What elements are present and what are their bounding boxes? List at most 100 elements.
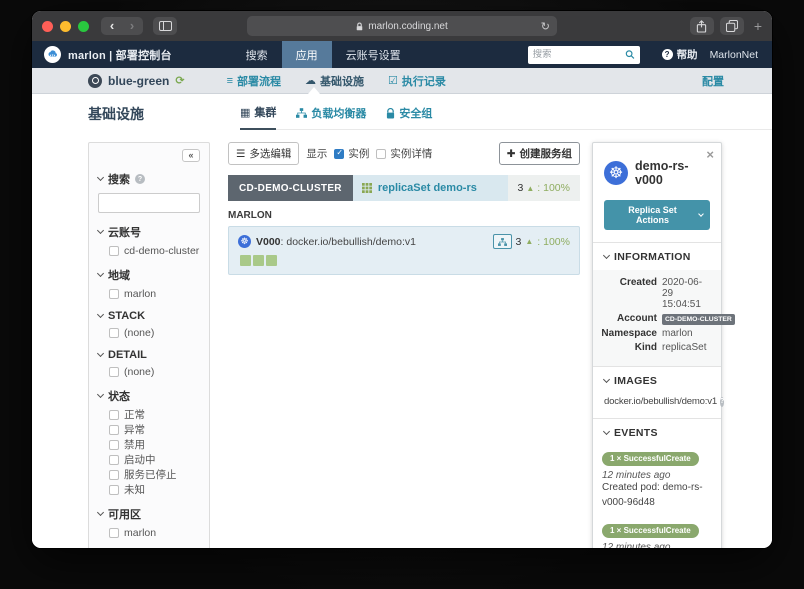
close-icon[interactable]: × (706, 147, 714, 162)
topology-button[interactable] (493, 234, 512, 249)
row-stats: 3 ▲ : 100% (493, 234, 570, 249)
checkbox[interactable] (376, 149, 386, 159)
pod-indicator[interactable] (253, 255, 264, 266)
cluster-toolbar: ☰多选编辑 显示 实例 实例详情 ✚创建服务组 (228, 142, 580, 165)
share-icon[interactable] (690, 17, 714, 35)
pod-indicator[interactable] (240, 255, 251, 266)
checkbox[interactable] (109, 470, 119, 480)
menu-item-applications[interactable]: 应用 (282, 41, 332, 68)
menu-item-search[interactable]: 搜索 (232, 41, 282, 68)
checkbox[interactable] (109, 367, 119, 377)
back-button[interactable]: ‹ (103, 18, 121, 34)
global-search-box (528, 46, 640, 64)
history-nav: ‹ › (101, 17, 143, 35)
coding-logo-icon[interactable] (44, 46, 61, 63)
tab-security-groups[interactable]: 安全组 (386, 105, 432, 129)
filter-item[interactable]: 服务已停止 (109, 467, 200, 482)
titlebar-actions: + (690, 17, 762, 35)
filter-section-availability-zone[interactable]: 可用区 (98, 506, 200, 522)
filter-item[interactable]: (none) (109, 364, 200, 379)
event-badge: 1 × SuccessfulCreate (602, 452, 699, 466)
checkbox[interactable] (109, 289, 119, 299)
cluster-header[interactable]: CD-DEMO-CLUSTER replicaSet demo-rs 3 ▲ :… (228, 175, 580, 201)
tab-clusters[interactable]: ▦集群 (240, 104, 276, 130)
filter-section-region[interactable]: 地域 (98, 267, 200, 283)
image-name: docker.io/bebullish/demo:v1 (604, 396, 717, 407)
user-menu[interactable]: MarlonNet (710, 49, 758, 61)
instance-count: 3 (518, 182, 524, 194)
checkbox[interactable] (109, 485, 119, 495)
replica-set-actions-button[interactable]: Replica Set Actions (604, 200, 710, 230)
chevron-down-icon (97, 227, 104, 234)
replica-set-group[interactable]: replicaSet demo-rs (353, 175, 508, 201)
filter-section-detail[interactable]: DETAIL (98, 349, 200, 361)
tab-pipeline[interactable]: ≡部署流程 (227, 73, 281, 89)
cloud-icon: ☁ (305, 74, 316, 87)
kubernetes-icon: ☸ (238, 235, 251, 248)
chevron-down-icon (97, 174, 104, 181)
checkbox[interactable] (109, 328, 119, 338)
filter-item[interactable]: 启动中 (109, 452, 200, 467)
filter-section-status[interactable]: 状态 (98, 388, 200, 404)
information-section-header[interactable]: INFORMATION (593, 243, 721, 270)
checkbox[interactable] (109, 246, 119, 256)
filter-item[interactable]: 未知 (109, 482, 200, 497)
tab-overview-icon[interactable] (720, 17, 744, 35)
filter-item[interactable]: 禁用 (109, 437, 200, 452)
cluster-stats: 3 ▲ : 100% (508, 175, 580, 201)
pod-indicator[interactable] (266, 255, 277, 266)
up-triangle-icon: ▲ (526, 184, 534, 193)
images-section-header[interactable]: IMAGES (593, 367, 721, 394)
chevron-down-icon (97, 311, 104, 318)
tab-load-balancers[interactable]: 负载均衡器 (296, 105, 366, 129)
help-link[interactable]: ? 帮助 (662, 47, 698, 62)
checkbox[interactable] (334, 149, 344, 159)
filter-item[interactable]: marlon (109, 525, 200, 540)
sidebar-search-input[interactable] (98, 193, 200, 213)
list-icon: ≡ (227, 75, 233, 87)
refresh-icon[interactable]: ⟳ (175, 74, 184, 87)
config-link[interactable]: 配置 (702, 73, 724, 89)
filter-item[interactable]: 正常 (109, 407, 200, 422)
collapse-sidebar-button[interactable]: « (182, 149, 200, 162)
forward-button[interactable]: › (123, 18, 141, 34)
health-ratio: : 100% (537, 182, 570, 194)
image-name: : docker.io/bebullish/demo:v1 (281, 236, 416, 248)
tab-execution-records[interactable]: ☑执行记录 (388, 73, 446, 89)
info-value: marlon (662, 328, 693, 339)
brand-title: marlon | 部署控制台 (68, 47, 172, 63)
sidebar-toggle-icon[interactable] (153, 17, 177, 35)
checkbox[interactable] (109, 425, 119, 435)
global-search-input[interactable] (533, 49, 625, 60)
application-name: blue-green (108, 74, 169, 88)
show-instances-checkbox[interactable]: 实例 (334, 146, 369, 161)
events-section: EVENTS 1 × SuccessfulCreate 12 minutes a… (593, 418, 721, 548)
close-window-button[interactable] (42, 21, 53, 32)
version-row[interactable]: ☸ V000: docker.io/bebullish/demo:v1 3 ▲ … (228, 226, 580, 275)
filter-item[interactable]: 异常 (109, 422, 200, 437)
zoom-window-button[interactable] (78, 21, 89, 32)
address-bar[interactable]: marlon.coding.net ↻ (247, 16, 557, 36)
checkbox[interactable] (109, 440, 119, 450)
checkbox[interactable] (109, 410, 119, 420)
checkbox[interactable] (109, 528, 119, 538)
search-icon[interactable] (625, 49, 635, 60)
checkbox[interactable] (109, 455, 119, 465)
filter-item[interactable]: (none) (109, 325, 200, 340)
filter-section-stack[interactable]: STACK (98, 310, 200, 322)
grid-icon: ▦ (240, 106, 250, 119)
filter-item[interactable]: marlon (109, 286, 200, 301)
grid-dots-icon (362, 183, 372, 193)
reload-icon[interactable]: ↻ (541, 20, 550, 33)
new-tab-icon[interactable]: + (754, 18, 762, 34)
menu-item-cloud-account-settings[interactable]: 云账号设置 (332, 41, 415, 68)
filter-section-search[interactable]: 搜索 ? (98, 171, 200, 187)
create-service-group-button[interactable]: ✚创建服务组 (499, 142, 580, 165)
filter-item[interactable]: cd-demo-cluster (109, 243, 200, 258)
multi-select-edit-button[interactable]: ☰多选编辑 (228, 142, 299, 165)
events-section-header[interactable]: EVENTS (593, 419, 721, 446)
show-instance-details-checkbox[interactable]: 实例详情 (376, 146, 432, 161)
active-tab-notch (308, 87, 320, 94)
filter-section-cloud-account[interactable]: 云账号 (98, 224, 200, 240)
minimize-window-button[interactable] (60, 21, 71, 32)
